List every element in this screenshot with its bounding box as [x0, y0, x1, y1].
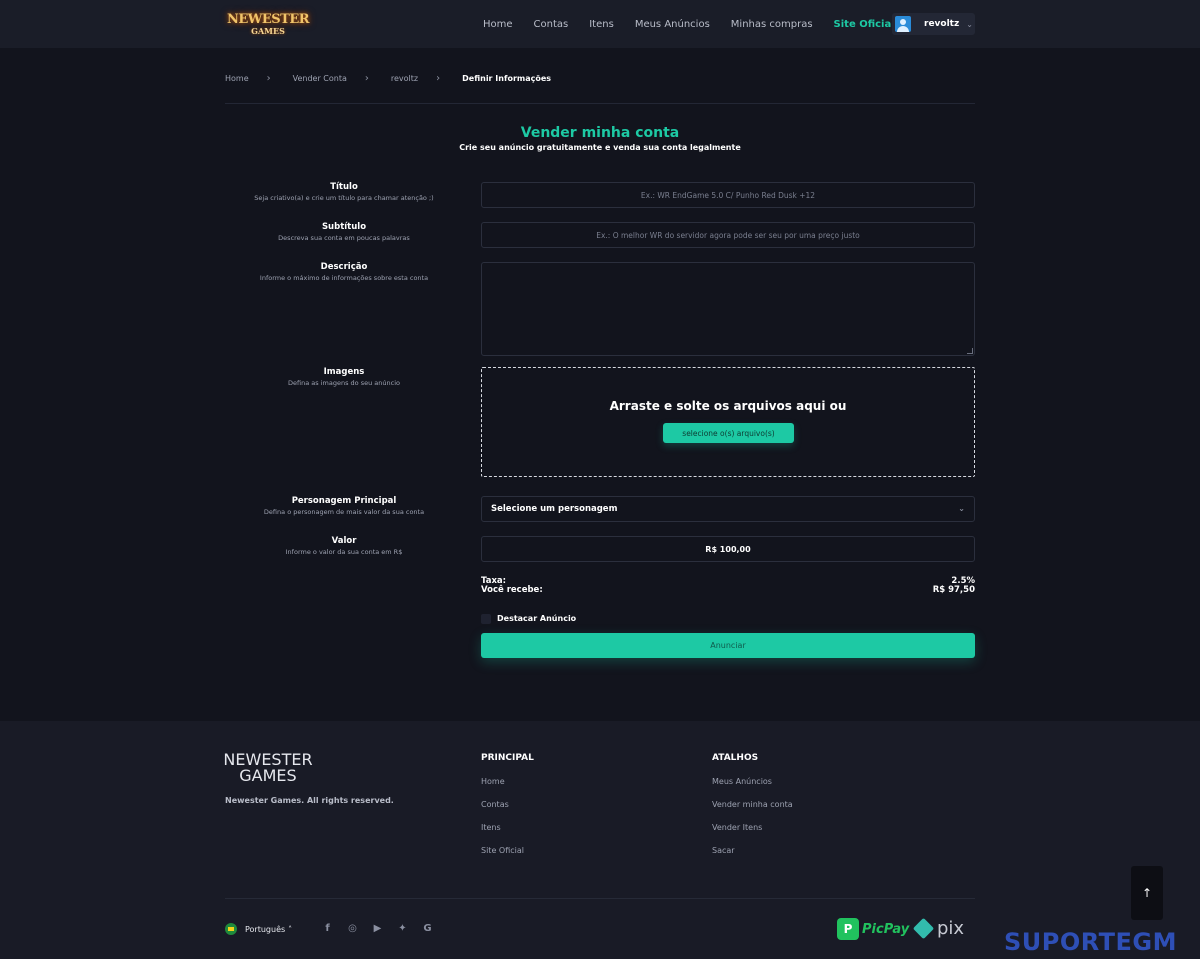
- footer-col-principal: PRINCIPAL Home Contas Itens Site Oficial: [481, 753, 534, 855]
- personagem-label: Personagem Principal: [291, 496, 397, 506]
- nav-home[interactable]: Home: [483, 19, 513, 30]
- page-subtitle: Crie seu anúncio gratuitamente e venda s…: [459, 143, 741, 152]
- breadcrumb: Home › Vender Conta › revoltz › Definir …: [225, 72, 551, 84]
- destacar-checkbox[interactable]: [481, 614, 491, 624]
- select-files-button[interactable]: selecione o(s) arquivo(s): [663, 423, 794, 443]
- image-dropzone[interactable]: Arraste e solte os arquivos aqui ou sele…: [481, 367, 975, 477]
- user-menu[interactable]: revoltz ⌄: [892, 13, 975, 35]
- copyright: Newester Games. All rights reserved.: [225, 796, 394, 805]
- personagem-select-value: Selecione um personagem: [491, 504, 618, 514]
- subtitulo-label-block: Subtítulo Descreva sua conta em poucas p…: [225, 222, 463, 242]
- anunciar-button[interactable]: Anunciar: [481, 633, 975, 658]
- valor-description: Informe o valor da sua conta em R$: [285, 548, 403, 556]
- nav-itens[interactable]: Itens: [589, 19, 614, 30]
- dropzone-text: Arraste e solte os arquivos aqui ou: [609, 399, 847, 413]
- chevron-down-icon: ⌄: [966, 19, 973, 29]
- pix-logo: pix: [912, 917, 965, 940]
- social-links: f ◎ ▶ ✦ G: [322, 923, 447, 934]
- language-selector[interactable]: Português ˄: [225, 923, 292, 935]
- language-label: Português: [245, 924, 286, 934]
- footer: [0, 721, 1200, 959]
- chevron-down-icon: ⌄: [958, 504, 965, 513]
- breadcrumb-current: Definir Informações: [462, 73, 552, 83]
- footer-link-sacar[interactable]: Sacar: [712, 846, 793, 855]
- footer-link-contas[interactable]: Contas: [481, 800, 534, 809]
- receive-row: Você recebe: R$ 97,50: [481, 585, 975, 595]
- logo-text-main: NEWESTER: [226, 12, 310, 27]
- chevron-right-icon: ›: [266, 72, 271, 84]
- footer-col-title: ATALHOS: [712, 753, 759, 763]
- titulo-label-block: Título Seja criativo(a) e crie um título…: [225, 182, 463, 202]
- descricao-label: Descrição: [320, 262, 368, 272]
- imagens-description: Defina as imagens do seu anúncio: [288, 379, 400, 387]
- personagem-label-block: Personagem Principal Defina o personagem…: [225, 496, 463, 516]
- titulo-input[interactable]: Ex.: WR EndGame 5.0 C/ Punho Red Dusk +1…: [481, 182, 975, 208]
- footer-link-home[interactable]: Home: [481, 777, 534, 786]
- footer-logo[interactable]: NEWESTER GAMES: [223, 752, 312, 785]
- picpay-logo: P PicPay: [837, 918, 909, 940]
- picpay-icon: P: [837, 918, 859, 940]
- breadcrumb-home[interactable]: Home: [225, 74, 249, 83]
- breadcrumb-vender-conta[interactable]: Vender Conta: [293, 74, 347, 83]
- destacar-label[interactable]: Destacar Anúncio: [497, 614, 576, 623]
- site-logo[interactable]: NEWESTER GAMES: [227, 9, 310, 39]
- personagem-description: Defina o personagem de mais valor da sua…: [263, 508, 425, 516]
- imagens-label: Imagens: [323, 367, 365, 377]
- footer-link-meus-anuncios[interactable]: Meus Anúncios: [712, 777, 793, 786]
- titulo-label: Título: [330, 182, 358, 192]
- receive-label: Você recebe:: [481, 585, 543, 595]
- resize-handle-icon[interactable]: [967, 348, 973, 354]
- brazil-flag-icon: [225, 923, 237, 935]
- imagens-label-block: Imagens Defina as imagens do seu anúncio: [225, 367, 463, 387]
- footer-logo-text-sub: GAMES: [239, 766, 297, 785]
- watermark: SUPORTEGM: [1004, 928, 1178, 956]
- descricao-label-block: Descrição Informe o máximo de informaçõe…: [225, 262, 463, 282]
- main-nav: Home Contas Itens Meus Anúncios Minhas c…: [483, 0, 916, 48]
- nav-minhas-compras[interactable]: Minhas compras: [731, 19, 813, 30]
- top-navbar: NEWESTER GAMES Home Contas Itens Meus An…: [0, 0, 1200, 48]
- pix-icon: [912, 917, 935, 940]
- divider: [225, 103, 975, 104]
- twitter-icon[interactable]: ✦: [397, 923, 408, 934]
- avatar: [895, 16, 911, 32]
- divider: [225, 898, 975, 899]
- receive-value: R$ 97,50: [932, 585, 975, 595]
- descricao-textarea[interactable]: [481, 262, 975, 356]
- valor-label-block: Valor Informe o valor da sua conta em R$: [225, 536, 463, 556]
- picpay-text: PicPay: [862, 921, 910, 937]
- facebook-icon[interactable]: f: [322, 923, 333, 934]
- valor-input[interactable]: R$ 100,00: [481, 536, 975, 562]
- personagem-select[interactable]: Selecione um personagem ⌄: [481, 496, 975, 522]
- instagram-icon[interactable]: ◎: [347, 923, 358, 934]
- google-icon[interactable]: G: [422, 923, 433, 934]
- footer-col-title: PRINCIPAL: [481, 753, 534, 763]
- chevron-up-icon: ˄: [288, 924, 293, 934]
- breadcrumb-account[interactable]: revoltz: [391, 74, 418, 83]
- page-title: Vender minha conta: [520, 125, 680, 141]
- footer-link-vender-itens[interactable]: Vender Itens: [712, 823, 793, 832]
- subtitulo-label: Subtítulo: [321, 222, 367, 232]
- chevron-right-icon: ›: [364, 72, 369, 84]
- footer-link-itens[interactable]: Itens: [481, 823, 534, 832]
- scroll-to-top-button[interactable]: ↑: [1131, 866, 1163, 920]
- pix-text: pix: [937, 918, 965, 939]
- youtube-icon[interactable]: ▶: [372, 923, 383, 934]
- logo-text-sub: GAMES: [251, 26, 285, 36]
- footer-link-site-oficial[interactable]: Site Oficial: [481, 846, 534, 855]
- footer-link-vender-conta[interactable]: Vender minha conta: [712, 800, 793, 809]
- subtitulo-input[interactable]: Ex.: O melhor WR do servidor agora pode …: [481, 222, 975, 248]
- descricao-description: Informe o máximo de informações sobre es…: [259, 274, 429, 282]
- chevron-right-icon: ›: [436, 72, 441, 84]
- valor-label: Valor: [331, 536, 357, 546]
- footer-col-atalhos: ATALHOS Meus Anúncios Vender minha conta…: [712, 753, 793, 855]
- nav-contas[interactable]: Contas: [534, 19, 569, 30]
- nav-meus-anuncios[interactable]: Meus Anúncios: [635, 19, 710, 30]
- nav-site-oficial[interactable]: Site Oficial: [834, 19, 895, 30]
- titulo-description: Seja criativo(a) e crie um título para c…: [254, 194, 434, 202]
- subtitulo-description: Descreva sua conta em poucas palavras: [278, 234, 410, 242]
- username: revoltz: [924, 19, 960, 29]
